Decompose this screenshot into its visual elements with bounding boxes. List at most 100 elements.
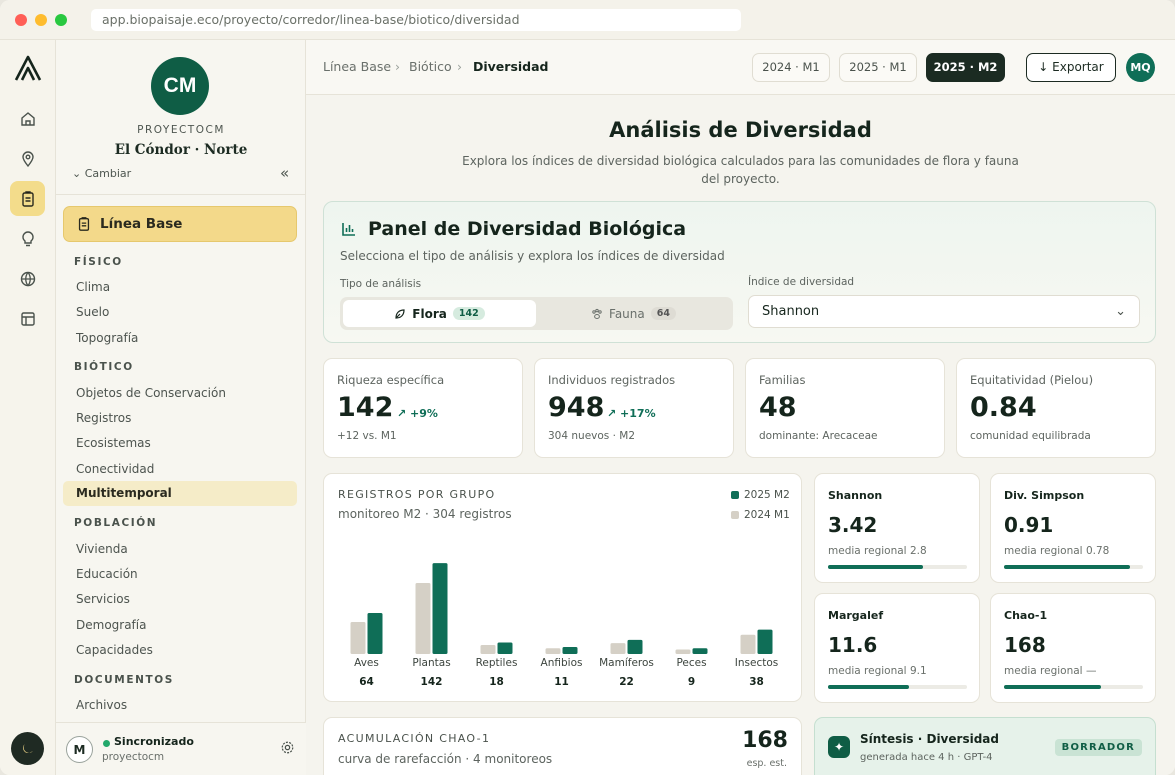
- index-card-simpson[interactable]: Div. Simpson 0.91 media regional 0.78: [990, 473, 1156, 583]
- tab-flora-label: Flora: [412, 306, 447, 321]
- kpi-note: +12 vs. M1: [337, 430, 397, 442]
- index-name: Margalef: [828, 609, 884, 622]
- breadcrumb-separator: ›: [457, 59, 462, 74]
- index-bar-fill: [1004, 685, 1102, 689]
- synthesis-card[interactable]: ✦ Síntesis · Diversidad generada hace 4 …: [814, 717, 1156, 775]
- logo-icon[interactable]: [10, 50, 45, 85]
- period-2025-m2[interactable]: 2025 · M2: [926, 53, 1005, 82]
- nav-item-educacion[interactable]: Educación: [76, 567, 138, 581]
- nav-group-poblacion: POBLACIÓN: [74, 517, 158, 529]
- minimize-window-button[interactable]: [35, 14, 47, 26]
- index-card-shannon[interactable]: Shannon 3.42 media regional 2.8: [814, 473, 980, 583]
- index-note: media regional 2.8: [828, 545, 927, 557]
- icon-rail: [0, 40, 56, 775]
- index-value: 0.91: [1004, 513, 1054, 537]
- nav-item-demografia[interactable]: Demografía: [76, 618, 146, 632]
- kpi-value: 48: [759, 392, 797, 423]
- kpi-delta: ↗ +17%: [607, 407, 656, 420]
- diversity-panel: Panel de Diversidad Biológica Selecciona…: [323, 201, 1156, 343]
- nav-item-ecosistemas[interactable]: Ecosistemas: [76, 436, 151, 450]
- page-subtitle: Explora los índices de diversidad biológ…: [462, 154, 1019, 186]
- project-name: El Cóndor · Norte: [114, 142, 248, 158]
- kpi-value: 948: [548, 392, 605, 423]
- index-name: Chao-1: [1004, 609, 1048, 622]
- moon-icon[interactable]: [11, 732, 44, 765]
- chevron-down-icon: ⌄: [1115, 304, 1126, 319]
- location-icon[interactable]: [10, 141, 45, 176]
- nav-item-clima[interactable]: Clima: [76, 280, 110, 294]
- bar-plantas-current: [432, 563, 448, 654]
- nav-item-vivienda[interactable]: Vivienda: [76, 542, 128, 556]
- close-window-button[interactable]: [15, 14, 27, 26]
- nav-item-registros[interactable]: Registros: [76, 411, 131, 425]
- collapse-sidebar-button[interactable]: «: [280, 164, 289, 182]
- index-bar-fill: [828, 685, 909, 689]
- nav-item-topografia[interactable]: Topografía: [76, 331, 138, 345]
- sidebar: CM PROYECTOCM El Cóndor · Norte ⌄ Cambia…: [56, 40, 306, 775]
- tick-label: Mamíferos: [599, 657, 654, 669]
- lightbulb-icon[interactable]: [10, 221, 45, 256]
- gear-icon[interactable]: [280, 740, 295, 759]
- tab-flora[interactable]: Flora 142: [343, 300, 536, 327]
- nav-item-objetos-conservacion[interactable]: Objetos de Conservación: [76, 386, 226, 400]
- project-code: PROYECTOCM: [137, 124, 225, 136]
- bar-mamíferos-current: [627, 639, 643, 654]
- nav-linea-base[interactable]: Línea Base: [63, 206, 297, 242]
- index-card-margalef[interactable]: Margalef 11.6 media regional 9.1: [814, 593, 980, 703]
- bar-peces-current: [692, 648, 708, 654]
- divider: [56, 194, 306, 195]
- accumulation-subtitle: curva de rarefacción · 4 monitoreos: [338, 752, 553, 766]
- index-note: media regional —: [1004, 665, 1097, 677]
- kpi-delta: ↗ +9%: [397, 407, 438, 420]
- index-name: Div. Simpson: [1004, 489, 1085, 502]
- user-avatar[interactable]: MQ: [1126, 53, 1155, 82]
- index-bar-fill: [1004, 565, 1131, 569]
- user-name: proyectocm: [102, 751, 165, 763]
- home-icon[interactable]: [10, 101, 45, 136]
- period-2025-m1[interactable]: 2025 · M1: [839, 53, 917, 82]
- nav-item-multitemporal[interactable]: Multitemporal: [63, 481, 297, 506]
- nav-item-conectividad[interactable]: Conectividad: [76, 462, 154, 476]
- index-bar: [1004, 565, 1143, 569]
- accumulation-value: 168: [742, 728, 788, 753]
- bar-reptiles-previous: [480, 645, 496, 654]
- nav-item-servicios[interactable]: Servicios: [76, 592, 130, 606]
- clipboard-icon[interactable]: [10, 181, 45, 216]
- synthesis-title: Síntesis · Diversidad: [860, 732, 999, 746]
- draft-badge: BORRADOR: [1054, 739, 1142, 756]
- synthesis-subtitle: generada hace 4 h · GPT-4: [860, 752, 993, 763]
- diversity-index-label: Índice de diversidad: [748, 276, 855, 288]
- bar-reptiles-current: [497, 642, 513, 654]
- layout-icon[interactable]: [10, 301, 45, 336]
- diversity-index-select[interactable]: Shannon ⌄: [748, 295, 1140, 328]
- sync-status: Sincronizado: [114, 735, 194, 748]
- kpi-note: comunidad equilibrada: [970, 430, 1091, 442]
- analysis-type-toggle: Flora 142 Fauna 64: [340, 297, 733, 330]
- kpi-note: dominante: Arecaceae: [759, 430, 878, 442]
- index-note: media regional 0.78: [1004, 545, 1110, 557]
- kpi-familias: Familias 48 dominante: Arecaceae: [745, 358, 945, 458]
- bar-chart: Aves 64 Plantas 142 Reptiles 18 Anfibios 11 Mamí…: [350, 563, 778, 688]
- bar-aves-previous: [350, 622, 366, 654]
- breadcrumb-biotico[interactable]: Biótico: [409, 59, 452, 74]
- globe-icon[interactable]: [10, 261, 45, 296]
- kpi-individuos: Individuos registrados 948 ↗ +17% 304 nu…: [534, 358, 734, 458]
- user-avatar[interactable]: M: [66, 736, 93, 763]
- change-project-button[interactable]: ⌄ Cambiar: [72, 167, 131, 180]
- tab-fauna[interactable]: Fauna 64: [537, 300, 730, 327]
- tick-label: Insectos: [735, 657, 778, 669]
- breadcrumb-current: Diversidad: [473, 59, 549, 74]
- analysis-type-label: Tipo de análisis: [340, 278, 422, 290]
- index-card-chao1[interactable]: Chao-1 168 media regional —: [990, 593, 1156, 703]
- breadcrumb-linea-base[interactable]: Línea Base: [323, 59, 391, 74]
- maximize-window-button[interactable]: [55, 14, 67, 26]
- nav-item-capacidades[interactable]: Capacidades: [76, 643, 153, 657]
- period-2024-m1[interactable]: 2024 · M1: [752, 53, 830, 82]
- kpi-title: Familias: [759, 373, 806, 387]
- nav-item-suelo[interactable]: Suelo: [76, 305, 109, 319]
- data-label: 142: [421, 676, 443, 688]
- nav-item-archivos[interactable]: Archivos: [76, 698, 127, 712]
- export-button[interactable]: ↓ Exportar: [1026, 53, 1116, 82]
- url-bar[interactable]: app.biopaisaje.eco/proyecto/corredor/lin…: [91, 9, 741, 31]
- panel-subtitle: Selecciona el tipo de análisis y explora…: [340, 249, 725, 263]
